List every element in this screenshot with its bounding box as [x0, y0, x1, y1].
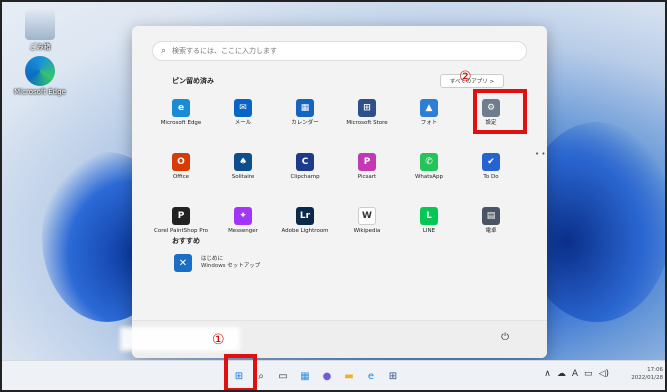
pinned-app-17[interactable]: ▤ 電卓 [460, 202, 522, 246]
app-icon: L [420, 207, 438, 225]
app-icon: ✔ [482, 153, 500, 171]
app-icon: ▲ [420, 99, 438, 117]
desktop-icon-label: Microsoft Edge [14, 88, 66, 96]
app-label: Wikipedia [353, 228, 381, 234]
pinned-app-office[interactable]: O Office [150, 148, 212, 192]
app-label: Office [172, 174, 190, 180]
app-icon: ✦ [234, 207, 252, 225]
step-marker-1: ① [212, 332, 225, 348]
desktop: ごみ箱 Microsoft Edge ⌕ 検索するには、ここに入力します ピン留… [0, 0, 667, 392]
recommended-section-title: おすすめ [172, 237, 200, 245]
recommended-item-get-started[interactable]: ✕ はじめに Windows セットアップ [174, 254, 260, 272]
pinned-app-clipchamp[interactable]: C Clipchamp [274, 148, 336, 192]
app-icon: ✉ [234, 99, 252, 117]
pinned-app-wikipedia[interactable]: W Wikipedia [336, 202, 398, 246]
taskbar: ⊞ ⌕ ▭ ▦ ● ▬ e ⊞ ∧ ☁ A ▭ ◁) 17:06 2022/01/28 [2, 360, 665, 390]
pinned-app-whatsapp[interactable]: ✆ WhatsApp [398, 148, 460, 192]
store-icon[interactable]: ⊞ [385, 369, 401, 383]
search-placeholder: 検索するには、ここに入力します [172, 47, 278, 55]
desktop-icon-edge[interactable]: Microsoft Edge [10, 56, 70, 96]
pinned-app-adobe-lightroom[interactable]: Lr Adobe Lightroom [274, 202, 336, 246]
app-label: Corel PaintShop Pro [154, 228, 208, 234]
pinned-app-to-do[interactable]: ✔ To Do [460, 148, 522, 192]
pinned-app-picsart[interactable]: P Picsart [336, 148, 398, 192]
app-icon: W [358, 207, 376, 225]
start-menu-footer: ⏻ [120, 320, 547, 358]
recommended-item-subtitle: Windows セットアップ [201, 263, 261, 269]
start-button-highlight-box [224, 354, 257, 390]
get-started-icon: ✕ [174, 254, 192, 272]
app-label: Clipchamp [290, 174, 320, 180]
app-label: Microsoft Store [346, 120, 388, 126]
pinned-app-line[interactable]: L LINE [398, 202, 460, 246]
system-tray: ∧ ☁ A ▭ ◁) [544, 369, 609, 379]
app-label: To Do [483, 174, 499, 180]
edge-icon[interactable]: e [363, 369, 379, 383]
app-icon: ✆ [420, 153, 438, 171]
clock-time: 17:06 [647, 367, 663, 373]
pinned-app-microsoft-edge[interactable]: e Microsoft Edge [150, 94, 212, 138]
tray-icon-0[interactable]: ∧ [544, 369, 551, 379]
clock-date: 2022/01/28 [631, 375, 663, 381]
task-view-icon[interactable]: ▭ [275, 369, 291, 383]
app-label: メール [234, 120, 252, 126]
pinned-section-title: ピン留め済み [172, 77, 214, 85]
pinned-app-4[interactable]: ▲ フォト [398, 94, 460, 138]
app-label: Adobe Lightroom [281, 228, 329, 234]
settings-highlight-box [473, 89, 527, 134]
pinned-app-messenger[interactable]: ✦ Messenger [212, 202, 274, 246]
app-icon: O [172, 153, 190, 171]
app-label: Microsoft Edge [160, 120, 202, 126]
pinned-app-solitaire[interactable]: ♠ Solitaire [212, 148, 274, 192]
pinned-app-2[interactable]: ▦ カレンダー [274, 94, 336, 138]
recommended-item-title: はじめに [201, 256, 224, 262]
app-icon: ⊞ [358, 99, 376, 117]
app-label: Picsart [357, 174, 377, 180]
desktop-icon-recycle-bin[interactable]: ごみ箱 [10, 10, 70, 52]
app-icon: ▦ [296, 99, 314, 117]
pinned-app-microsoft-store[interactable]: ⊞ Microsoft Store [336, 94, 398, 138]
app-icon: P [358, 153, 376, 171]
app-label: フォト [420, 120, 438, 126]
app-label: Solitaire [231, 174, 255, 180]
app-label: WhatsApp [414, 174, 444, 180]
app-label: Messenger [228, 228, 258, 234]
search-icon: ⌕ [161, 46, 167, 56]
tray-icon-2[interactable]: A [572, 369, 578, 379]
app-icon: ▤ [482, 207, 500, 225]
app-icon: Lr [296, 207, 314, 225]
start-menu: ⌕ 検索するには、ここに入力します ピン留め済み すべてのアプリ > e Micr… [120, 26, 547, 358]
search-input[interactable]: ⌕ 検索するには、ここに入力します [152, 41, 527, 61]
pinned-app-1[interactable]: ✉ メール [212, 94, 274, 138]
tray-icon-1[interactable]: ☁ [557, 369, 566, 379]
tray-icon-3[interactable]: ▭ [584, 369, 593, 379]
recycle-bin-icon [25, 10, 55, 40]
pinned-apps-grid: e Microsoft Edge ✉ メール ▦ カレンダー ⊞ Microsoft Stor… [150, 94, 520, 246]
app-label: 電卓 [485, 228, 497, 234]
desktop-icon-label: ごみ箱 [29, 43, 51, 51]
power-icon[interactable]: ⏻ [501, 332, 509, 343]
app-label: カレンダー [291, 120, 319, 126]
app-icon: ♠ [234, 153, 252, 171]
app-icon: C [296, 153, 314, 171]
app-icon: e [172, 99, 190, 117]
page-dots[interactable]: • • [535, 150, 545, 158]
all-apps-button[interactable]: すべてのアプリ > [440, 74, 504, 88]
file-explorer-icon[interactable]: ▬ [341, 369, 357, 383]
step-marker-2: ② [459, 69, 472, 85]
app-icon: P [172, 207, 190, 225]
tray-icon-4[interactable]: ◁) [599, 369, 609, 379]
edge-icon [25, 56, 55, 86]
clock[interactable]: 17:06 2022/01/28 [631, 366, 663, 382]
app-label: LINE [422, 228, 436, 234]
widgets-icon[interactable]: ▦ [297, 369, 313, 383]
chat-icon[interactable]: ● [319, 369, 335, 383]
